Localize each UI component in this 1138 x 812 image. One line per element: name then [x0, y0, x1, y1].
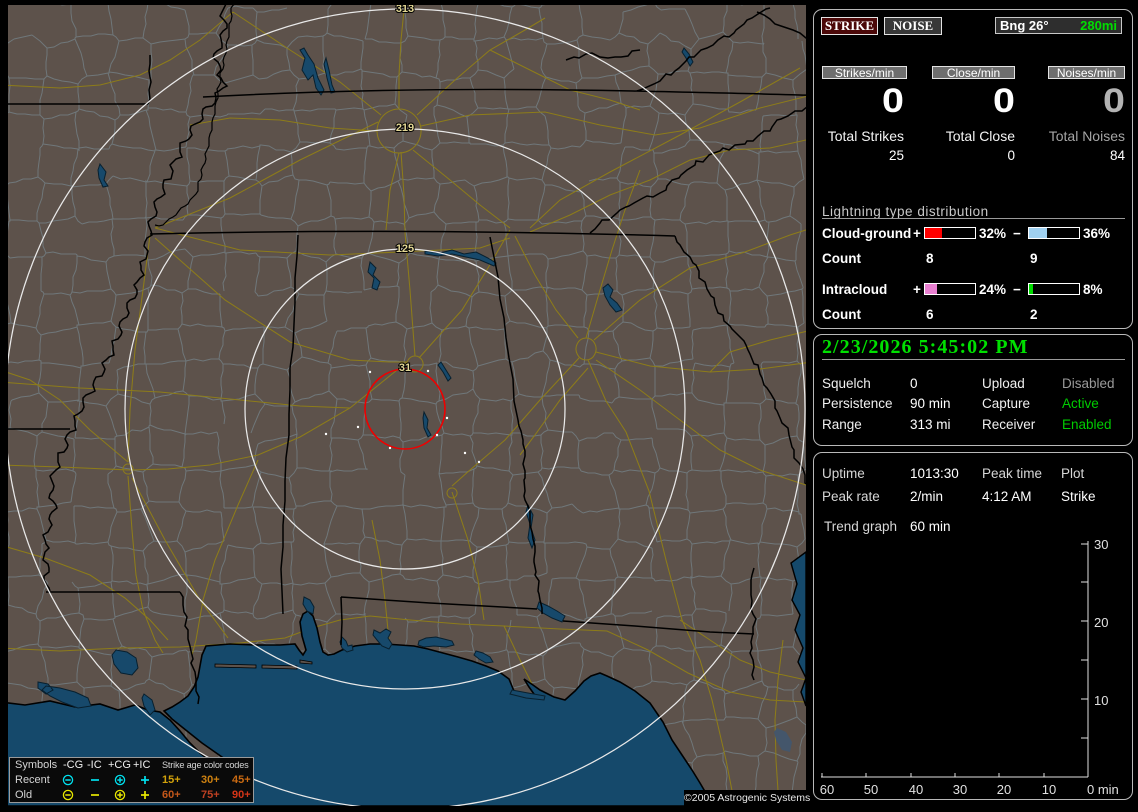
- svg-text:31: 31: [399, 362, 411, 374]
- svg-text:313: 313: [396, 3, 414, 15]
- svg-text:125: 125: [396, 243, 414, 255]
- svg-text:219: 219: [396, 122, 414, 134]
